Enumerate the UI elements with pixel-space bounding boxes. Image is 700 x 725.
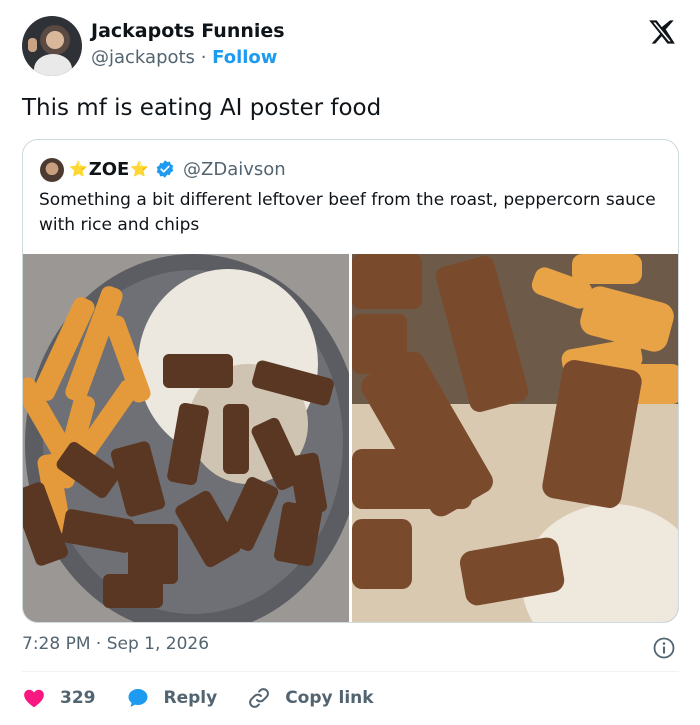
author-display-name[interactable]: Jackapots Funnies [91,20,285,42]
reply-label: Reply [163,688,218,708]
like-count: 329 [60,688,96,708]
quoted-tweet-text: Something a bit different leftover beef … [39,190,656,235]
name-star-right-icon: ⭐ [130,160,150,178]
quoted-tweet[interactable]: ⭐ ZOE ⭐ @ZDaivson Something a bit differ… [22,139,679,623]
quoted-author-row: ⭐ ZOE ⭐ @ZDaivson [69,156,286,182]
quoted-author-name[interactable]: ZOE [89,159,130,180]
plate-overview-image [23,254,349,622]
reply-button[interactable]: Reply [126,686,218,710]
author-handle[interactable]: @jackapots [91,47,195,68]
handle-separator: · [200,47,207,68]
tweet-timestamp[interactable]: 7:28 PM · Sep 1, 2026 [22,634,209,654]
info-icon[interactable] [652,636,676,660]
reply-bubble-icon [128,689,147,707]
quoted-author-handle[interactable]: @ZDaivson [183,159,286,180]
plate-closeup-image [352,254,678,622]
author-handle-row: @jackapots · Follow [91,47,277,68]
like-button[interactable]: 329 [22,686,96,710]
food-photo-left[interactable] [23,254,349,622]
author-avatar[interactable] [22,16,82,76]
copy-link-button[interactable]: Copy link [247,686,374,710]
quoted-author-avatar[interactable] [40,158,64,182]
heart-icon [24,689,44,708]
name-star-left-icon: ⭐ [69,160,88,178]
x-logo-icon[interactable] [648,18,676,46]
tweet-header: Jackapots Funnies @jackapots · Follow [22,16,682,78]
divider [22,671,679,672]
copy-link-label: Copy link [285,688,374,708]
link-icon [249,688,270,708]
tweet-text: This mf is eating AI poster food [22,95,382,121]
verified-badge-icon [156,160,174,178]
food-photo-right[interactable] [352,254,678,622]
tweet-actions: 329 Reply Copy link [22,683,404,713]
follow-button[interactable]: Follow [212,47,277,68]
